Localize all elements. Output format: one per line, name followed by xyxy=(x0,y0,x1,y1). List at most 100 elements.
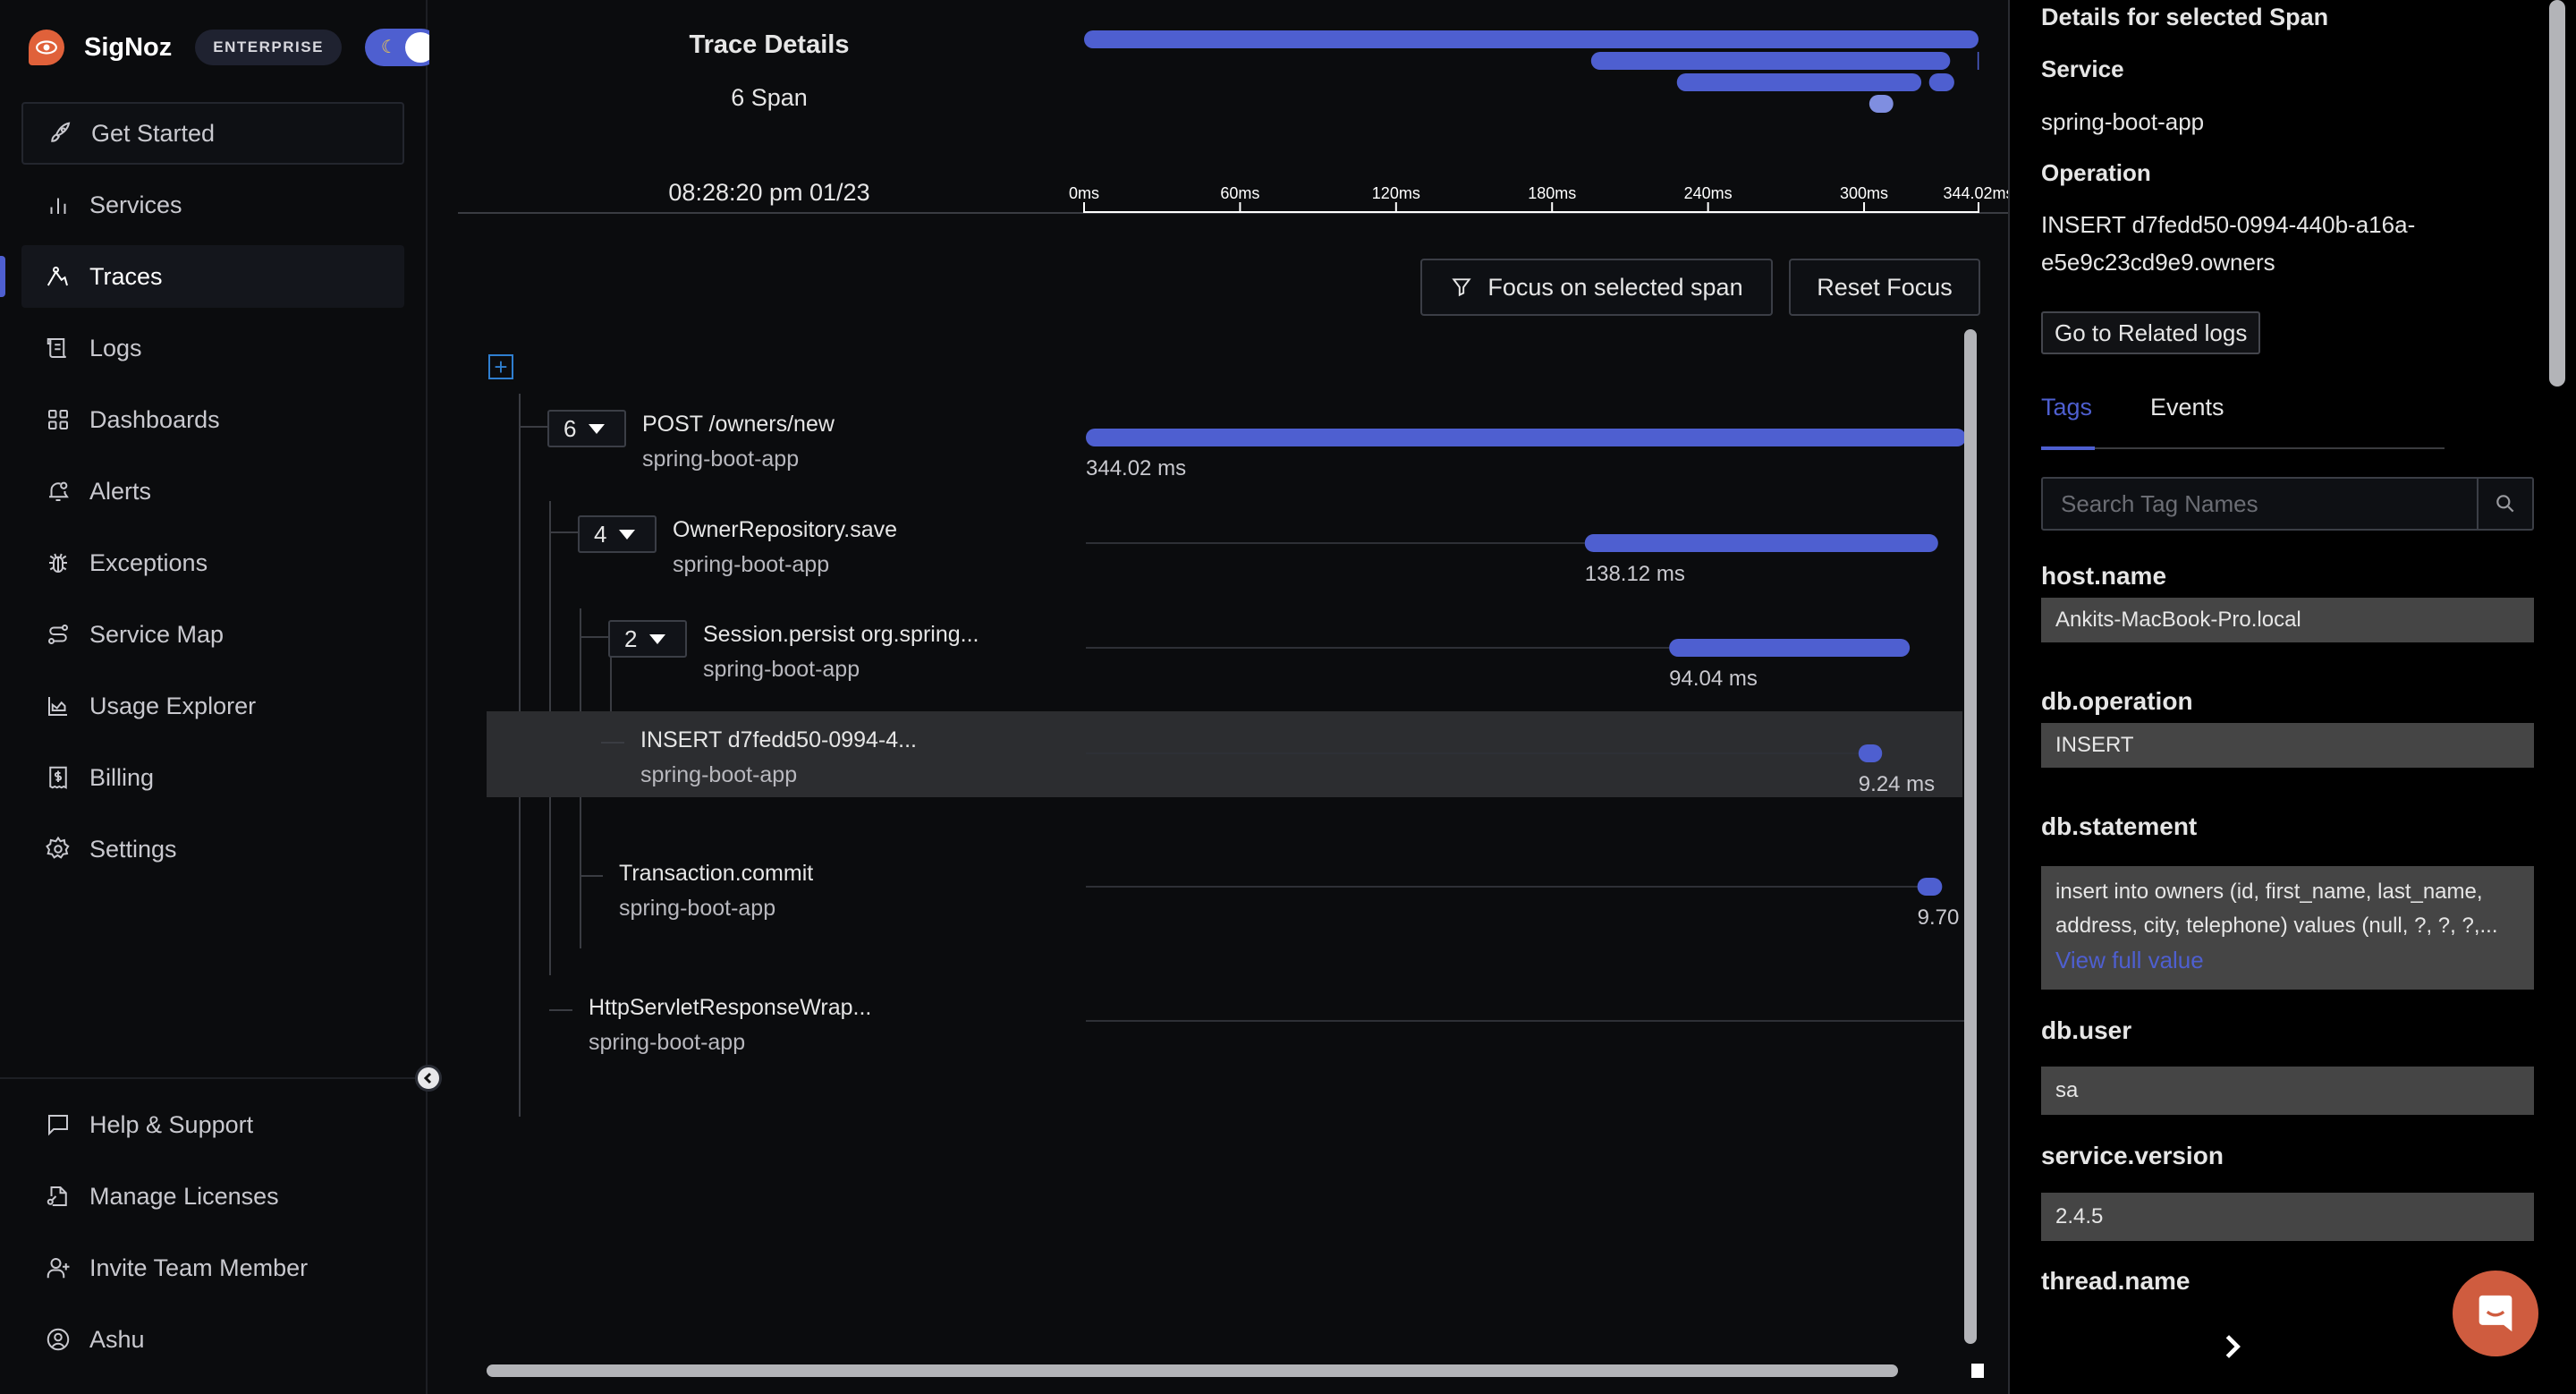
tab-tags[interactable]: Tags xyxy=(2041,394,2092,421)
area-chart-icon xyxy=(45,693,72,719)
chevron-left-icon xyxy=(423,1072,432,1084)
service-label: Service xyxy=(2041,55,2124,82)
tag-key: db.statement xyxy=(2041,812,2198,840)
details-tabs: Tags Events xyxy=(2041,385,2445,450)
receipt-icon xyxy=(45,764,72,791)
sidebar-item-logs[interactable]: Logs xyxy=(21,317,404,379)
expand-all-button[interactable]: + xyxy=(488,354,513,379)
service-value: spring-boot-app xyxy=(2041,108,2205,135)
sidebar-item-manage-licenses[interactable]: Manage Licenses xyxy=(21,1165,404,1228)
tag-key: thread.name xyxy=(2041,1267,2190,1295)
tab-events[interactable]: Events xyxy=(2150,394,2224,421)
sidebar-item-label: Ashu xyxy=(89,1325,145,1353)
tab-events-label: Events xyxy=(2150,394,2224,421)
collapse-children-button[interactable]: 2 xyxy=(608,620,687,658)
sidebar-item-help-support[interactable]: Help & Support xyxy=(21,1093,404,1156)
span-details-panel: Details for selected Span Service spring… xyxy=(2008,0,2576,1394)
active-tab-underline xyxy=(2041,446,2095,450)
tag-search xyxy=(2041,477,2534,531)
focus-selected-span-button[interactable]: Focus on selected span xyxy=(1420,259,1773,316)
sidebar-item-label: Help & Support xyxy=(89,1110,254,1138)
sidebar-item-get-started[interactable]: Get Started xyxy=(21,102,404,165)
tree-connector xyxy=(549,1009,572,1011)
tag-key: db.user xyxy=(2041,1016,2132,1044)
tag-key: host.name xyxy=(2041,562,2167,590)
file-key-icon xyxy=(45,1183,72,1210)
plan-badge: ENTERPRISE xyxy=(195,30,342,65)
gear-icon xyxy=(45,836,72,863)
tab-tags-label: Tags xyxy=(2041,394,2093,421)
sidebar-item-label: Exceptions xyxy=(89,548,208,576)
caret-down-icon xyxy=(619,529,636,540)
route-icon xyxy=(45,621,72,648)
sidebar-item-label: Logs xyxy=(89,334,142,361)
scroll-corner xyxy=(1971,1364,1984,1378)
caret-down-icon xyxy=(649,633,666,644)
tree-connector xyxy=(549,531,578,533)
ruler-tick-label: 344.02ms xyxy=(1943,184,2008,202)
moon-icon: ☾ xyxy=(380,38,397,57)
sidebar-item-label: Dashboards xyxy=(89,405,220,433)
details-scrollbar[interactable] xyxy=(2549,0,2565,387)
user-plus-icon xyxy=(45,1254,72,1281)
sidebar-item-service-map[interactable]: Service Map xyxy=(21,603,404,666)
details-title: Details for selected Span xyxy=(2041,4,2329,30)
view-full-value-link[interactable]: View full value xyxy=(2055,943,2520,977)
plus-icon: + xyxy=(494,353,508,380)
search-icon xyxy=(2496,495,2514,513)
focus-selected-span-label: Focus on selected span xyxy=(1487,273,1743,301)
tree-connector xyxy=(601,742,624,744)
tag-search-input[interactable] xyxy=(2043,479,2477,529)
ruler-tick-label: 60ms xyxy=(1220,184,1259,202)
rocket-icon xyxy=(47,120,73,147)
tag-value: 2.4.5 xyxy=(2041,1193,2534,1241)
timeline-ruler: 0ms 60ms 120ms 180ms 240ms 300ms 344.02ms xyxy=(1069,184,2008,213)
reset-focus-button[interactable]: Reset Focus xyxy=(1789,259,1980,316)
chevron-right-icon[interactable] xyxy=(2222,1333,2243,1360)
go-to-related-logs-button[interactable]: Go to Related logs xyxy=(2041,311,2261,354)
collapse-children-button[interactable]: 6 xyxy=(547,410,626,447)
sidebar-item-label: Usage Explorer xyxy=(89,692,257,719)
vertical-scrollbar[interactable] xyxy=(1964,329,1977,1344)
span-service: spring-boot-app xyxy=(673,552,830,577)
signoz-logo-icon[interactable] xyxy=(29,30,64,65)
tag-search-button[interactable] xyxy=(2477,479,2532,529)
sidebar-item-label: Services xyxy=(89,191,182,218)
collapse-children-button[interactable]: 4 xyxy=(578,515,657,553)
horizontal-scrollbar[interactable] xyxy=(487,1364,1898,1377)
sidebar-item-label: Invite Team Member xyxy=(89,1254,309,1281)
tag-value: Ankits-MacBook-Pro.local xyxy=(2041,598,2534,642)
sidebar-item-settings[interactable]: Settings xyxy=(21,818,404,880)
caret-down-icon xyxy=(589,423,606,434)
message-square-icon xyxy=(45,1111,72,1138)
sidebar-item-traces[interactable]: Traces xyxy=(21,245,404,308)
sidebar-item-exceptions[interactable]: Exceptions xyxy=(21,531,404,594)
traces-icon xyxy=(45,263,72,290)
sidebar-item-user-profile[interactable]: Ashu xyxy=(21,1308,404,1371)
span-name: POST /owners/new xyxy=(642,412,835,437)
bug-icon xyxy=(45,549,72,576)
sidebar-item-services[interactable]: Services xyxy=(21,174,404,236)
span-service: spring-boot-app xyxy=(619,896,776,921)
chat-icon xyxy=(2479,1295,2512,1332)
tree-connector xyxy=(580,636,608,638)
tag-value-multiline: insert into owners (id, first_name, last… xyxy=(2041,866,2534,990)
chat-support-button[interactable] xyxy=(2453,1271,2538,1356)
ruler-tick-label: 120ms xyxy=(1372,184,1420,202)
sidebar-item-dashboards[interactable]: Dashboards xyxy=(21,388,404,451)
ruler-tick-label: 180ms xyxy=(1528,184,1576,202)
span-name: OwnerRepository.save xyxy=(673,517,898,542)
user-circle-icon xyxy=(45,1326,72,1353)
tag-value-text: insert into owners (id, first_name, last… xyxy=(2055,880,2498,938)
sidebar-item-invite-team-member[interactable]: Invite Team Member xyxy=(21,1237,404,1299)
sidebar-item-label: Service Map xyxy=(89,620,225,648)
sidebar-item-billing[interactable]: Billing xyxy=(21,746,404,809)
tree-connector xyxy=(519,426,547,428)
grid-icon xyxy=(45,406,72,433)
span-service: spring-boot-app xyxy=(589,1030,746,1055)
collapse-sidebar-button[interactable] xyxy=(415,1065,442,1092)
sidebar-item-alerts[interactable]: Alerts xyxy=(21,460,404,523)
span-name: INSERT d7fedd50-0994-4... xyxy=(640,727,917,752)
tree-connector xyxy=(580,875,603,877)
sidebar-item-usage-explorer[interactable]: Usage Explorer xyxy=(21,675,404,737)
